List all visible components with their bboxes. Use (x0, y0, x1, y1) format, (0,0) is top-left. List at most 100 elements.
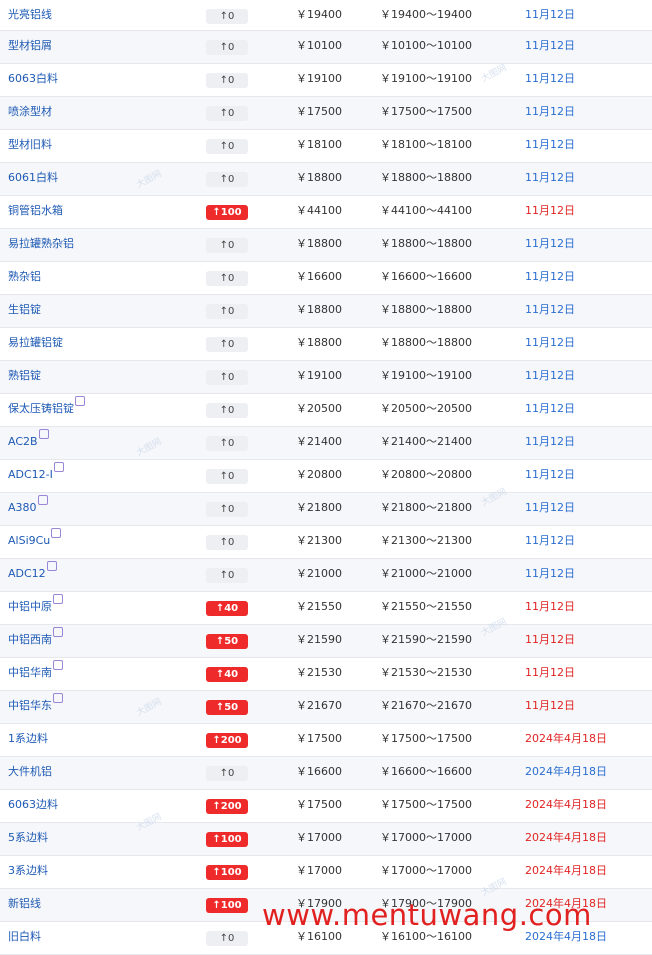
price-value: ￥18100 (296, 138, 342, 151)
product-name-link[interactable]: 中铝中原 (8, 592, 63, 625)
chat-bubble-icon (37, 495, 48, 505)
price-value: ￥16600 (296, 765, 342, 778)
price-range: ￥19100～19100 (380, 369, 472, 382)
table-row[interactable]: 光亮铝线 ↑0 ￥19400 ￥19400～19400 11月12日 (0, 0, 652, 31)
product-name-link[interactable]: 易拉罐熟杂铝 (8, 229, 74, 262)
table-row[interactable]: AlSi9Cu ↑0 ￥21300 ￥21300～21300 11月12日 (0, 526, 652, 559)
product-name-link[interactable]: 5系边料 (8, 823, 48, 856)
product-name-link[interactable]: 保太压铸铝锭 (8, 394, 85, 427)
table-row[interactable]: 保太压铸铝锭 ↑0 ￥20500 ￥20500～20500 11月12日 (0, 394, 652, 427)
price-value: ￥21670 (296, 699, 342, 712)
table-row[interactable]: 铜管铝水箱 ↑100 ￥44100 ￥44100～44100 11月12日 (0, 196, 652, 229)
product-name-link[interactable]: 熟铝锭 (8, 361, 41, 394)
change-badge: ↑0 (206, 535, 248, 550)
change-badge: ↑0 (206, 931, 248, 946)
product-name-link[interactable]: 1系边料 (8, 724, 48, 757)
product-name-link[interactable]: ADC12-I (8, 460, 64, 493)
table-row[interactable]: 6063边料 ↑200 ￥17500 ￥17500～17500 2024年4月18日 (0, 790, 652, 823)
table-row[interactable]: 1系边料 ↑200 ￥17500 ￥17500～17500 2024年4月18日 (0, 724, 652, 757)
price-range: ￥21530～21530 (380, 666, 472, 679)
table-row[interactable]: 喷涂型材 ↑0 ￥17500 ￥17500～17500 11月12日 (0, 97, 652, 130)
change-badge: ↑0 (206, 337, 248, 352)
product-name-link[interactable]: 喷涂型材 (8, 97, 52, 130)
chat-bubble-icon (75, 396, 85, 406)
product-name-link[interactable]: 生铝锭 (8, 295, 41, 328)
price-value: ￥21590 (296, 633, 342, 646)
change-badge: ↑0 (206, 568, 248, 583)
change-badge: ↑0 (206, 172, 248, 187)
price-value: ￥18800 (296, 237, 342, 250)
price-value: ￥21550 (296, 600, 342, 613)
product-name-link[interactable]: AC2B (8, 427, 49, 460)
update-date: 2024年4月18日 (525, 831, 607, 844)
update-date: 11月12日 (525, 171, 575, 184)
price-range: ￥17000～17000 (380, 831, 472, 844)
footer-watermark: www.mentuwang.com (262, 898, 592, 932)
product-name-link[interactable]: A380 (8, 493, 48, 526)
update-date: 11月12日 (525, 468, 575, 481)
table-row[interactable]: 大件机铝 ↑0 ￥16600 ￥16600～16600 2024年4月18日 (0, 757, 652, 790)
update-date: 11月12日 (525, 72, 575, 85)
price-value: ￥44100 (296, 204, 342, 217)
table-row[interactable]: 熟铝锭 ↑0 ￥19100 ￥19100～19100 11月12日 (0, 361, 652, 394)
product-name-link[interactable]: 光亮铝线 (8, 0, 52, 33)
product-name-link[interactable]: 3系边料 (8, 856, 48, 889)
table-row[interactable]: 型材旧料 ↑0 ￥18100 ￥18100～18100 11月12日 (0, 130, 652, 163)
product-name-link[interactable]: 6063白料 (8, 64, 58, 97)
product-name-link[interactable]: 熟杂铝 (8, 262, 41, 295)
table-row[interactable]: ADC12 ↑0 ￥21000 ￥21000～21000 11月12日 (0, 559, 652, 592)
product-name-link[interactable]: 中铝华东 (8, 691, 63, 724)
change-badge: ↑200 (206, 799, 248, 814)
chat-bubble-icon (46, 561, 57, 571)
price-range: ￥18800～18800 (380, 336, 472, 349)
product-name-link[interactable]: 中铝华南 (8, 658, 63, 691)
update-date: 2024年4月18日 (525, 798, 607, 811)
table-row[interactable]: 6061白料 ↑0 ￥18800 ￥18800～18800 11月12日 (0, 163, 652, 196)
product-name-link[interactable]: 易拉罐铝锭 (8, 328, 63, 361)
change-badge: ↑0 (206, 469, 248, 484)
table-row[interactable]: 中铝中原 ↑40 ￥21550 ￥21550～21550 11月12日 (0, 592, 652, 625)
update-date: 11月12日 (525, 237, 575, 250)
table-row[interactable]: 中铝华南 ↑40 ￥21530 ￥21530～21530 11月12日 (0, 658, 652, 691)
change-badge: ↑100 (206, 898, 248, 913)
product-name-link[interactable]: 新铝线 (8, 889, 41, 922)
update-date: 11月12日 (525, 336, 575, 349)
table-row[interactable]: ADC12-I ↑0 ￥20800 ￥20800～20800 11月12日 (0, 460, 652, 493)
change-badge: ↑50 (206, 634, 248, 649)
table-row[interactable]: 易拉罐铝锭 ↑0 ￥18800 ￥18800～18800 11月12日 (0, 328, 652, 361)
price-range: ￥21000～21000 (380, 567, 472, 580)
product-name-link[interactable]: ADC12 (8, 559, 57, 592)
product-name-link[interactable]: 型材旧料 (8, 130, 52, 163)
product-name-link[interactable]: 中铝西南 (8, 625, 63, 658)
product-name-link[interactable]: 旧白料 (8, 922, 41, 955)
change-badge: ↑0 (206, 370, 248, 385)
price-range: ￥21300～21300 (380, 534, 472, 547)
product-name-link[interactable]: 6061白料 (8, 163, 58, 196)
product-name-link[interactable]: 6063边料 (8, 790, 58, 823)
price-value: ￥19400 (296, 8, 342, 21)
update-date: 11月12日 (525, 105, 575, 118)
table-row[interactable]: 5系边料 ↑100 ￥17000 ￥17000～17000 2024年4月18日 (0, 823, 652, 856)
table-row[interactable]: A380 ↑0 ￥21800 ￥21800～21800 11月12日 (0, 493, 652, 526)
table-row[interactable]: 生铝锭 ↑0 ￥18800 ￥18800～18800 11月12日 (0, 295, 652, 328)
table-row[interactable]: 熟杂铝 ↑0 ￥16600 ￥16600～16600 11月12日 (0, 262, 652, 295)
price-value: ￥21530 (296, 666, 342, 679)
table-row[interactable]: 3系边料 ↑100 ￥17000 ￥17000～17000 2024年4月18日 (0, 856, 652, 889)
product-name-link[interactable]: 大件机铝 (8, 757, 52, 790)
table-row[interactable]: 型材铝屑 ↑0 ￥10100 ￥10100～10100 11月12日 (0, 31, 652, 64)
table-row[interactable]: 中铝华东 ↑50 ￥21670 ￥21670～21670 11月12日 (0, 691, 652, 724)
update-date: 11月12日 (525, 501, 575, 514)
price-value: ￥18800 (296, 303, 342, 316)
table-row[interactable]: 6063白料 ↑0 ￥19100 ￥19100～19100 11月12日 (0, 64, 652, 97)
product-name-link[interactable]: 铜管铝水箱 (8, 196, 63, 229)
product-name-link[interactable]: AlSi9Cu (8, 526, 62, 559)
update-date: 11月12日 (525, 567, 575, 580)
product-name-link[interactable]: 型材铝屑 (8, 31, 52, 64)
price-value: ￥17500 (296, 798, 342, 811)
table-row[interactable]: 中铝西南 ↑50 ￥21590 ￥21590～21590 11月12日 (0, 625, 652, 658)
table-row[interactable]: AC2B ↑0 ￥21400 ￥21400～21400 11月12日 (0, 427, 652, 460)
price-value: ￥21400 (296, 435, 342, 448)
change-badge: ↑0 (206, 238, 248, 253)
table-row[interactable]: 易拉罐熟杂铝 ↑0 ￥18800 ￥18800～18800 11月12日 (0, 229, 652, 262)
update-date: 11月12日 (525, 204, 575, 217)
